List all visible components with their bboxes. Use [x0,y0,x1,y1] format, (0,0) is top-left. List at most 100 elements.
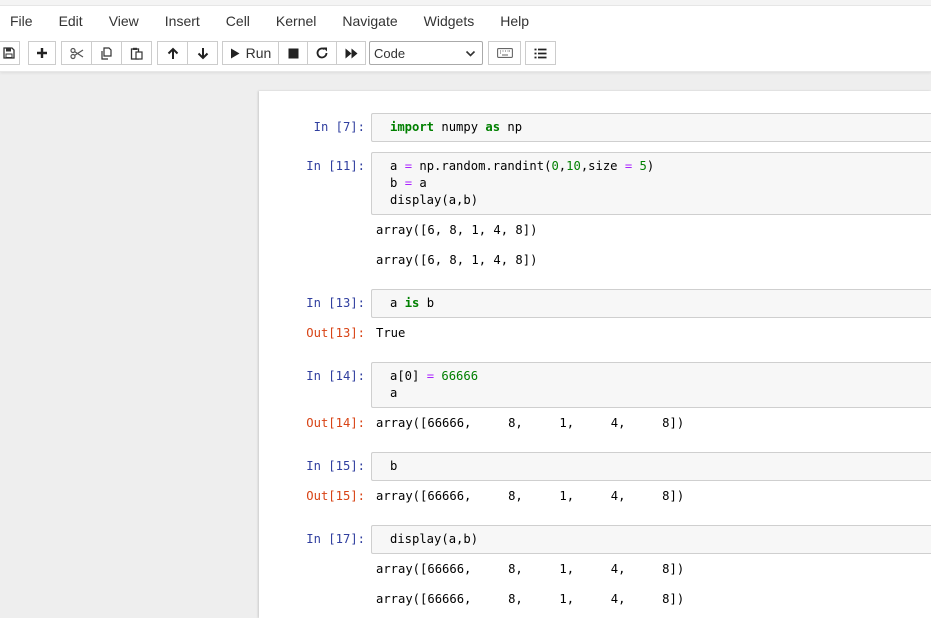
code-token: as [485,120,501,134]
code-line: b = a [390,176,427,190]
menu-view[interactable]: View [96,6,152,36]
interrupt-kernel-button[interactable] [279,41,308,65]
cut-icon [69,47,84,60]
code-token: np.random.randint( [412,159,552,173]
move-group [157,41,218,65]
output-text: array([6, 8, 1, 4, 8]) [376,223,538,237]
code-token: a [390,386,398,400]
code-line: display(a,b) [390,193,478,207]
run-button[interactable]: Run [222,41,279,65]
restart-icon [316,47,328,59]
code-token: display(a,b) [390,532,479,546]
paste-button[interactable] [122,41,152,65]
code-token: a [412,176,427,190]
code-token: a [390,159,405,173]
menu-kernel[interactable]: Kernel [263,6,329,36]
menu-cell[interactable]: Cell [213,6,263,36]
menu-navigate[interactable]: Navigate [329,6,410,36]
code-token: b [419,296,435,310]
chevron-down-icon [465,47,476,62]
input-prompt: In [13]: [306,296,365,310]
copy-button[interactable] [92,41,122,65]
output-text: array([6, 8, 1, 4, 8]) [376,253,538,267]
menu-file[interactable]: File [0,6,46,36]
code-token: 5 [639,159,647,173]
cut-button[interactable] [61,41,92,65]
code-token: a[0] [390,369,427,383]
code-line: a [390,386,397,400]
code-input[interactable]: a is b [371,289,931,318]
code-input[interactable]: display(a,b) [371,525,931,554]
input-prompt: In [17]: [306,532,365,546]
code-line: display(a,b) [390,532,478,546]
paste-icon [130,47,143,60]
code-token: b [390,176,405,190]
code-input[interactable]: a[0] = 66666 a [371,362,931,408]
code-token: is [404,296,420,310]
keyboard-icon [496,48,513,58]
menu-insert[interactable]: Insert [152,6,213,36]
code-token: ,size [580,159,625,173]
output-text: array([66666, 8, 1, 4, 8]) [376,562,685,576]
edit-group [61,41,152,65]
copy-icon [100,46,113,60]
code-input[interactable]: a = np.random.randint(0,10,size = 5) b = … [371,152,931,215]
code-line: import numpy as np [390,120,522,134]
save-group [0,41,20,65]
code-token: np [500,120,523,134]
arrow-up-icon [167,47,179,60]
plus-icon [36,47,48,59]
output-text: array([66666, 8, 1, 4, 8]) [376,489,685,503]
code-token: = [426,369,435,383]
insert-group [28,41,56,65]
stop-icon [288,48,299,59]
menu-bar: File Edit View Insert Cell Kernel Navigate Widg… [0,6,542,36]
move-down-button[interactable] [188,41,218,65]
code-token: 66666 [441,369,479,383]
save-icon [3,47,15,59]
move-up-button[interactable] [157,41,188,65]
run-group: Run [222,41,366,65]
play-icon [230,48,240,59]
cell-type-value: Code [374,45,406,61]
code-token: numpy [434,120,486,134]
insert-cell-button[interactable] [28,41,56,65]
code-line: b [390,459,397,473]
fast-forward-icon [345,48,358,59]
restart-kernel-button[interactable] [308,41,337,65]
input-prompt: In [11]: [306,159,365,173]
code-token: a [390,296,405,310]
code-token: = [404,159,413,173]
code-token: display(a,b) [390,193,479,207]
input-prompt: In [15]: [306,459,365,473]
table-of-contents-button[interactable] [525,41,556,65]
input-prompt: In [7]: [313,120,365,134]
command-palette-button[interactable] [488,41,521,65]
code-line: a = np.random.randint(0,10,size = 5) [390,159,654,173]
cell-type-select[interactable]: Code [369,41,483,65]
code-line: a[0] = 66666 [390,369,478,383]
output-text: True [376,326,406,340]
restart-run-all-button[interactable] [337,41,366,65]
list-icon [534,48,547,59]
code-token: = [404,176,413,190]
output-prompt: Out[13]: [306,326,365,340]
menu-widgets[interactable]: Widgets [411,6,488,36]
code-token: import [390,120,435,134]
toc-group [525,41,556,65]
code-line: a is b [390,296,434,310]
command-palette-group [488,41,521,65]
output-text: array([66666, 8, 1, 4, 8]) [376,416,685,430]
menu-edit[interactable]: Edit [46,6,96,36]
input-prompt: In [14]: [306,369,365,383]
save-button[interactable] [0,41,20,65]
menu-help[interactable]: Help [487,6,542,36]
notebook-header: File Edit View Insert Cell Kernel Navigate Widg… [0,0,931,72]
code-input[interactable]: import numpy as np [371,113,931,142]
code-token: 0 [551,159,559,173]
code-token: 10 [566,159,581,173]
code-input[interactable]: b [371,452,931,481]
output-text: array([66666, 8, 1, 4, 8]) [376,592,685,606]
code-token: b [390,459,398,473]
